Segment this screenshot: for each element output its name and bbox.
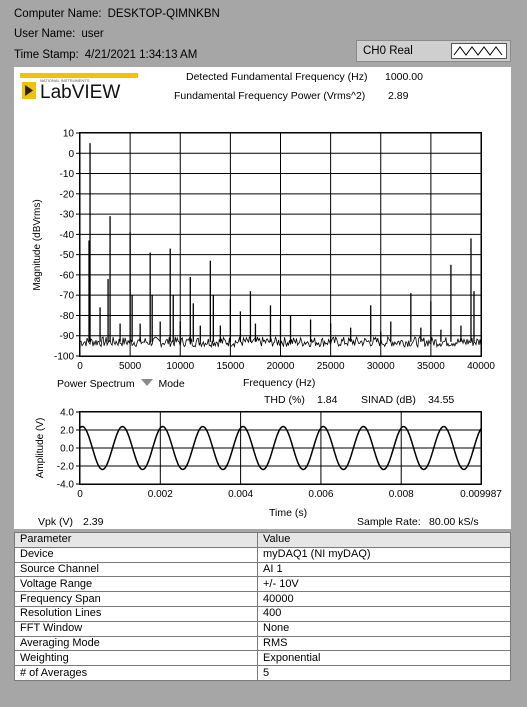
value-cell: RMS [257,635,511,652]
report-panel: LabVIEW NATIONAL INSTRUMENTS Detected Fu… [14,67,511,529]
y-tick-label: -2.0 [57,462,75,473]
parameter-cell: Averaging Mode [14,635,258,652]
spectrum-mode-selector[interactable]: Power Spectrum Mode [57,378,185,390]
parameter-cell: Source Channel [14,561,258,578]
x-tick-label: 30000 [367,361,395,372]
y-tick-label: -60 [60,270,75,281]
x-tick-label: 0.002 [148,489,173,500]
x-tick-label: 0.006 [308,489,333,500]
user-name-value: user [81,28,104,40]
time-stamp-row: Time Stamp: 4/21/2021 1:34:13 AM [14,49,197,61]
table-row: Averaging Mode RMS [14,635,511,652]
legend-label: CH0 Real [363,45,413,57]
x-tick-label: 20000 [267,361,295,372]
table-row: # of Averages 5 [14,665,511,681]
x-tick-label: 0 [77,489,83,500]
parameter-cell: Frequency Span [14,591,258,607]
triangle-down-icon [140,379,153,386]
user-name-row: User Name: user [14,28,104,40]
y-tick-label: -20 [60,189,75,200]
time-x-axis-label: Time (s) [269,507,308,519]
column-header-parameter: Parameter [14,532,258,548]
x-tick-label: 0.009987 [460,489,502,500]
computer-name-row: Computer Name: DESKTOP-QIMNKBN [14,8,220,20]
table-header-row: Parameter Value [14,532,511,548]
x-tick-label: 25000 [317,361,345,372]
x-tick-label: 40000 [467,361,495,372]
parameter-cell: # of Averages [14,665,258,681]
time-stamp-value: 4/21/2021 1:34:13 AM [84,49,198,61]
x-tick-label: 0.004 [228,489,253,500]
y-tick-label: 10 [63,129,75,140]
x-tick-label: 0.008 [389,489,414,500]
y-tick-label: -100 [54,352,74,363]
vpk-value: 2.39 [83,516,104,528]
computer-name-value: DESKTOP-QIMNKBN [107,8,220,20]
x-tick-label: 15000 [216,361,244,372]
value-cell: 400 [257,605,511,622]
column-header-value: Value [257,532,511,548]
table-row: Voltage Range +/- 10V [14,576,511,593]
x-tick-label: 10000 [166,361,194,372]
table-row: Source Channel AI 1 [14,561,511,578]
value-cell: myDAQ1 (NI myDAQ) [257,546,511,563]
spectrum-mode-value: Power Spectrum [57,378,135,390]
value-cell: 40000 [257,591,511,607]
x-tick-label: 5000 [119,361,142,372]
y-tick-label: 0 [68,149,74,160]
table-row: Weighting Exponential [14,650,511,667]
y-tick-label: -40 [60,230,75,241]
x-tick-label: 0 [77,361,83,372]
sample-rate-label: Sample Rate: [357,516,421,528]
value-cell: AI 1 [257,561,511,578]
parameter-table: Parameter Value Device myDAQ1 (NI myDAQ) S… [14,532,511,681]
value-cell: +/- 10V [257,576,511,593]
y-tick-label: -30 [60,210,75,221]
spectrum-mode-label: Mode [158,378,185,390]
vpk-label: Vpk (V) [38,516,74,528]
x-tick-label: 35000 [417,361,445,372]
value-cell: 5 [257,665,511,681]
sine-wave-icon [451,43,507,59]
y-tick-label: -80 [60,311,75,322]
parameter-cell: Resolution Lines [14,605,258,622]
time-domain-chart: 0 0.002 0.004 0.006 0.008 0.009987 4.0 2.0 0.0 -2… [35,408,502,501]
sample-rate-value: 80.00 kS/s [429,516,479,528]
plot-legend[interactable]: CH0 Real [356,40,511,62]
parameter-cell: Weighting [14,650,258,667]
value-cell: Exponential [257,650,511,667]
table-row: FFT Window None [14,620,511,637]
table-row: Frequency Span 40000 [14,591,511,607]
y-tick-label: -70 [60,291,75,302]
computer-name-label: Computer Name: [14,8,102,20]
y-tick-label: -4.0 [57,480,75,491]
power-spectrum-chart: 0 5000 10000 15000 20000 25000 30000 35000 40000… [32,129,495,373]
parameter-cell: Voltage Range [14,576,258,593]
table-row: Device myDAQ1 (NI myDAQ) [14,546,511,563]
parameter-cell: Device [14,546,258,563]
spectrum-y-axis-label: Magnitude (dBVrms) [32,199,43,290]
y-tick-label: 4.0 [60,408,74,419]
spectrum-x-axis-label: Frequency (Hz) [243,377,316,389]
parameter-cell: FFT Window [14,620,258,637]
y-tick-label: 0.0 [60,444,74,455]
y-tick-label: -10 [60,169,75,180]
time-stamp-label: Time Stamp: [14,49,79,61]
y-tick-label: -90 [60,331,75,342]
time-y-axis-label: Amplitude (V) [35,418,46,479]
table-row: Resolution Lines 400 [14,605,511,622]
y-tick-label: 2.0 [60,426,74,437]
value-cell: None [257,620,511,637]
y-tick-label: -50 [60,250,75,261]
user-name-label: User Name: [14,28,76,40]
